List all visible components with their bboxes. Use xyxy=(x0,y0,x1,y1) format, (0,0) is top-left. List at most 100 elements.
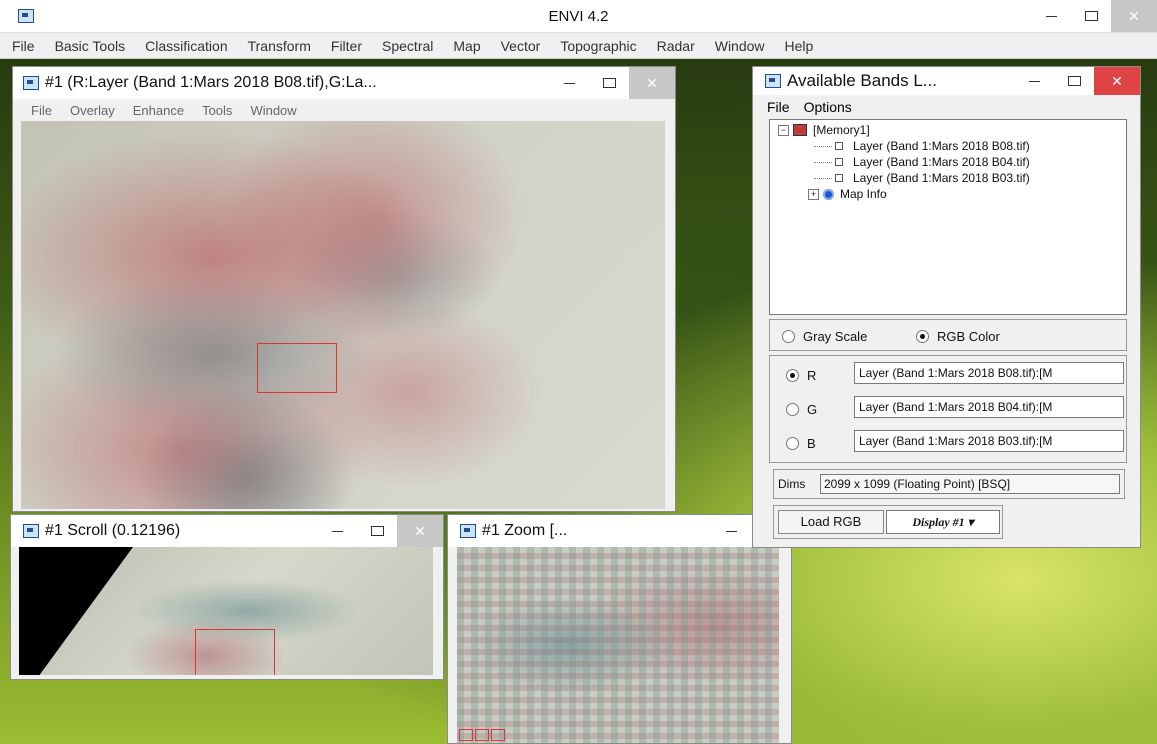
channel-g-radio[interactable] xyxy=(786,403,799,416)
tree-node-map-info[interactable]: + Map Info xyxy=(808,187,887,201)
tree-root-label: [Memory1] xyxy=(813,123,870,137)
zoom-in-icon[interactable] xyxy=(475,729,489,741)
display-menu-tools[interactable]: Tools xyxy=(202,103,232,118)
display-menu-file[interactable]: File xyxy=(31,103,52,118)
rgb-color-option[interactable]: RGB Color xyxy=(916,329,1000,344)
crosshair-toggle-icon[interactable] xyxy=(491,729,505,741)
zoom-controls xyxy=(459,729,507,741)
envi-maximize-button[interactable] xyxy=(1071,0,1111,32)
display-maximize-button[interactable] xyxy=(589,67,629,99)
display-menubar: File Overlay Enhance Tools Window xyxy=(13,99,675,121)
bands-menu-file[interactable]: File xyxy=(767,99,790,115)
envi-minimize-button[interactable] xyxy=(1031,0,1071,32)
envi-menu-help[interactable]: Help xyxy=(785,38,814,54)
scroll-window-icon xyxy=(23,524,39,538)
tree-band-b03[interactable]: Layer (Band 1:Mars 2018 B03.tif) xyxy=(814,171,1030,185)
bands-menubar: File Options xyxy=(753,95,1140,119)
envi-menu-basic-tools[interactable]: Basic Tools xyxy=(55,38,126,54)
close-icon: ✕ xyxy=(414,522,426,539)
display-menu-overlay[interactable]: Overlay xyxy=(70,103,115,118)
envi-close-button[interactable]: ✕ xyxy=(1111,0,1157,32)
dims-value: 2099 x 1099 (Floating Point) [BSQ] xyxy=(820,474,1120,494)
no-data-region xyxy=(19,547,133,675)
envi-menu-file[interactable]: File xyxy=(12,38,35,54)
tree-band-b04[interactable]: Layer (Band 1:Mars 2018 B04.tif) xyxy=(814,155,1030,169)
gray-scale-label: Gray Scale xyxy=(803,329,868,344)
bands-menu-options[interactable]: Options xyxy=(804,99,852,115)
tree-connector xyxy=(814,161,832,163)
channel-g-label: G xyxy=(807,402,818,417)
scroll-image[interactable] xyxy=(19,547,433,675)
zoom-image[interactable] xyxy=(457,547,779,743)
bands-title: Available Bands L... xyxy=(787,71,937,90)
channel-r-radio[interactable] xyxy=(786,369,799,382)
scroll-window: #1 Scroll (0.12196) ✕ xyxy=(10,514,444,680)
bands-close-button[interactable]: ✕ xyxy=(1094,67,1140,95)
channel-r-label: R xyxy=(807,368,817,383)
display-window: #1 (R:Layer (Band 1:Mars 2018 B08.tif),G… xyxy=(12,66,676,512)
globe-icon xyxy=(823,188,834,200)
minimize-icon xyxy=(725,530,737,532)
rgb-color-radio[interactable] xyxy=(916,330,929,343)
envi-menu-map[interactable]: Map xyxy=(453,38,480,54)
display-close-button[interactable]: ✕ xyxy=(629,67,675,99)
envi-menu-transform[interactable]: Transform xyxy=(248,38,311,54)
bands-maximize-button[interactable] xyxy=(1054,67,1094,95)
channel-b-radio[interactable] xyxy=(786,437,799,450)
bands-titlebar[interactable]: Available Bands L... ✕ xyxy=(753,67,1140,95)
display-minimize-button[interactable] xyxy=(549,67,589,99)
scroll-title: #1 Scroll (0.12196) xyxy=(45,522,181,539)
tree-band-b08[interactable]: Layer (Band 1:Mars 2018 B08.tif) xyxy=(814,139,1030,153)
envi-menu-spectral[interactable]: Spectral xyxy=(382,38,433,54)
scroll-maximize-button[interactable] xyxy=(357,515,397,547)
channel-r-band-field[interactable]: Layer (Band 1:Mars 2018 B08.tif):[M xyxy=(854,362,1124,384)
envi-menubar: File Basic Tools Classification Transfor… xyxy=(0,33,1157,59)
display-titlebar[interactable]: #1 (R:Layer (Band 1:Mars 2018 B08.tif),G… xyxy=(13,67,675,99)
gray-scale-radio[interactable] xyxy=(782,330,795,343)
envi-menu-filter[interactable]: Filter xyxy=(331,38,362,54)
dims-label: Dims xyxy=(778,477,806,491)
collapse-icon[interactable]: − xyxy=(778,124,789,136)
channel-g-band-field[interactable]: Layer (Band 1:Mars 2018 B04.tif):[M xyxy=(854,396,1124,418)
channel-b-option[interactable]: B xyxy=(786,436,816,451)
scroll-titlebar[interactable]: #1 Scroll (0.12196) ✕ xyxy=(11,515,443,547)
minimize-icon xyxy=(563,82,575,84)
envi-menu-vector[interactable]: Vector xyxy=(501,38,541,54)
envi-title: ENVI 4.2 xyxy=(548,8,609,25)
tree-node-memory1[interactable]: − [Memory1] xyxy=(778,123,870,137)
display-select-dropdown[interactable]: Display #1 ▾ xyxy=(886,510,1000,534)
band-label: Layer (Band 1:Mars 2018 B04.tif) xyxy=(853,155,1030,169)
channel-g-option[interactable]: G xyxy=(786,402,817,417)
bands-minimize-button[interactable] xyxy=(1014,67,1054,95)
map-info-label: Map Info xyxy=(840,187,887,201)
rgb-channels-group: R Layer (Band 1:Mars 2018 B08.tif):[M G … xyxy=(769,355,1127,463)
scroll-close-button[interactable]: ✕ xyxy=(397,515,443,547)
load-rgb-button[interactable]: Load RGB xyxy=(778,510,884,534)
gray-scale-option[interactable]: Gray Scale xyxy=(782,329,867,344)
maximize-icon xyxy=(1084,11,1098,21)
close-icon: ✕ xyxy=(1128,7,1140,24)
envi-main-titlebar[interactable]: ENVI 4.2 ✕ xyxy=(0,0,1157,33)
expand-icon[interactable]: + xyxy=(808,188,819,200)
envi-menu-window[interactable]: Window xyxy=(715,38,765,54)
display-menu-window[interactable]: Window xyxy=(250,103,296,118)
zoom-box-indicator[interactable] xyxy=(257,343,337,393)
envi-menu-radar[interactable]: Radar xyxy=(657,38,695,54)
band-icon xyxy=(835,174,843,182)
zoom-window: #1 Zoom [... xyxy=(447,514,792,744)
display-menu-enhance[interactable]: Enhance xyxy=(133,103,184,118)
channel-b-band-field[interactable]: Layer (Band 1:Mars 2018 B03.tif):[M xyxy=(854,430,1124,452)
channel-r-option[interactable]: R xyxy=(786,368,816,383)
band-icon xyxy=(835,142,843,150)
minimize-icon xyxy=(331,530,343,532)
color-mode-group: Gray Scale RGB Color xyxy=(769,319,1127,351)
maximize-icon xyxy=(370,526,384,536)
envi-menu-topographic[interactable]: Topographic xyxy=(560,38,636,54)
zoom-titlebar[interactable]: #1 Zoom [... xyxy=(448,515,791,547)
display-image[interactable] xyxy=(21,121,665,509)
image-box-indicator[interactable] xyxy=(195,629,275,675)
zoom-minimize-button[interactable] xyxy=(711,515,751,547)
zoom-out-icon[interactable] xyxy=(459,729,473,741)
scroll-minimize-button[interactable] xyxy=(317,515,357,547)
envi-menu-classification[interactable]: Classification xyxy=(145,38,227,54)
